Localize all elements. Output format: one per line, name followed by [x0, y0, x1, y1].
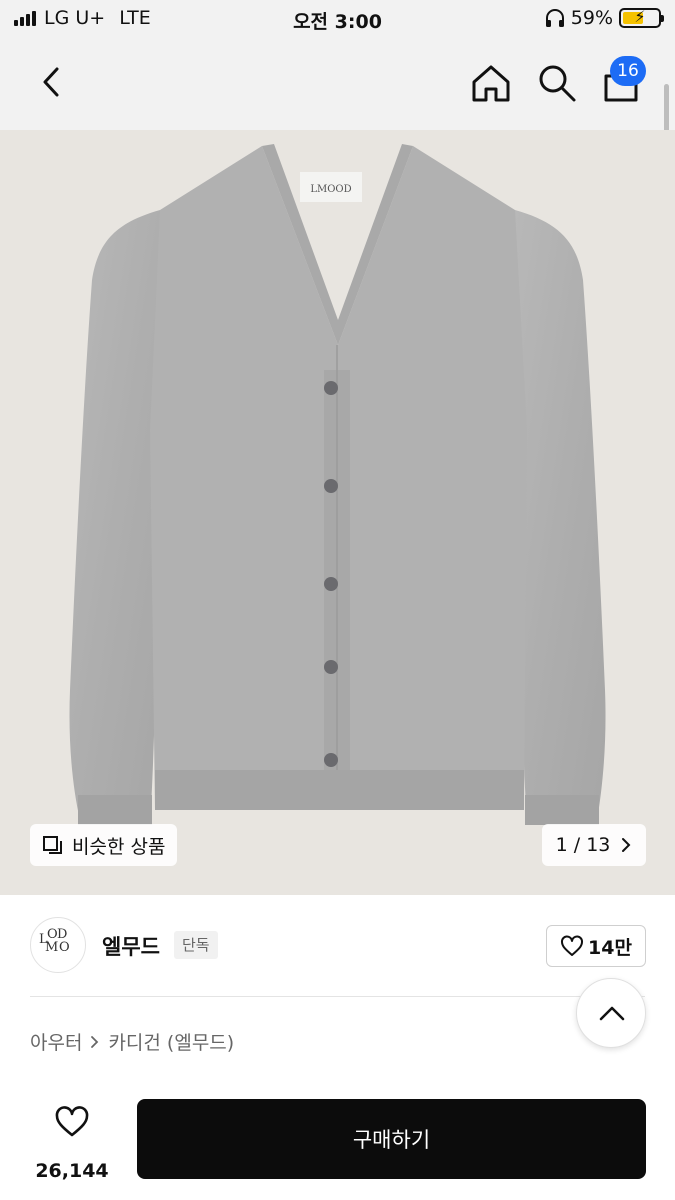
status-bar: LG U+ LTE 오전 3:00 59% ⚡	[0, 0, 675, 40]
status-right: 59% ⚡	[545, 7, 664, 29]
headphones-icon	[545, 9, 564, 27]
cart-count-badge: 16	[610, 56, 646, 86]
chevron-right-icon	[622, 838, 631, 852]
buy-button[interactable]: 구매하기	[137, 1099, 646, 1179]
svg-text:LMOOD: LMOOD	[310, 184, 351, 195]
bottom-bar: 26,144 구매하기	[0, 1088, 675, 1200]
chevron-left-icon[interactable]	[30, 60, 74, 104]
similar-products-button[interactable]: 비슷한 상품	[30, 824, 178, 866]
breadcrumb-item-cardigan[interactable]: 카디건 (엘무드)	[108, 1028, 234, 1055]
cardigan-image: LMOOD	[69, 144, 606, 825]
brand-like-count: 14만	[588, 936, 632, 959]
similar-products-label: 비슷한 상품	[72, 835, 166, 858]
image-page-counter[interactable]: 1 / 13	[542, 824, 646, 866]
search-icon[interactable]	[536, 62, 578, 104]
battery-icon: ⚡	[619, 7, 664, 28]
top-nav: 16	[0, 40, 675, 150]
product-image[interactable]: LMOOD	[0, 130, 675, 895]
exclusive-tag: 단독	[174, 931, 218, 959]
divider	[30, 996, 645, 997]
chevron-right-icon	[91, 1035, 99, 1048]
brand-name[interactable]: 엘무드	[102, 931, 160, 961]
brand-row: L O D M O 엘무드 단독 14만	[0, 895, 675, 995]
brand-like-button[interactable]: 14만	[546, 925, 646, 967]
page-counter-text: 1 / 13	[555, 834, 611, 856]
wishlist-button[interactable]: 26,144	[30, 1102, 114, 1188]
heart-icon	[55, 1106, 89, 1137]
scroll-to-top-button[interactable]	[576, 978, 646, 1048]
heart-icon	[561, 935, 584, 956]
breadcrumb-item-outer[interactable]: 아우터	[30, 1028, 82, 1055]
brand-logo[interactable]: L O D M O	[30, 917, 86, 973]
chevron-up-icon	[599, 1006, 625, 1021]
similar-products-icon	[43, 836, 62, 854]
wishlist-count: 26,144	[35, 1160, 109, 1182]
home-icon[interactable]	[470, 62, 512, 104]
battery-percent: 59%	[570, 7, 613, 29]
breadcrumb: 아우터 카디건 (엘무드)	[30, 1028, 234, 1055]
